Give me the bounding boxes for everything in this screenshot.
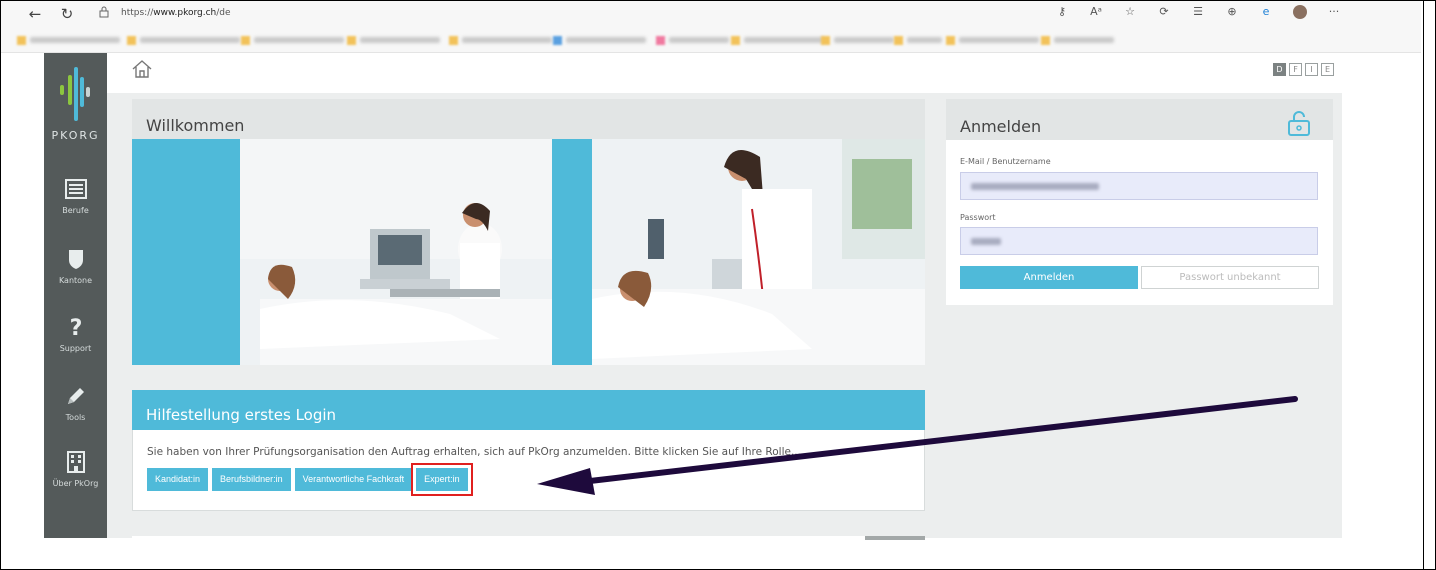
- bookmark-item[interactable]: [731, 35, 824, 45]
- bookmarks-bar: [1, 27, 1421, 53]
- bookmark-item[interactable]: [946, 35, 1039, 45]
- username-input[interactable]: [960, 172, 1318, 200]
- hero-accent-bar: [552, 139, 592, 365]
- question-icon: ?: [69, 316, 82, 338]
- url-host: www.pkorg.ch: [153, 8, 217, 18]
- edge-icon[interactable]: e: [1259, 5, 1273, 19]
- address-bar[interactable]: https://www.pkorg.ch/de: [121, 8, 231, 18]
- lock-icon: [99, 6, 109, 18]
- language-option[interactable]: F: [1289, 63, 1302, 76]
- building-icon: [66, 451, 85, 473]
- frame-divider: [1423, 0, 1424, 570]
- login-panel-body: E-Mail / Benutzername Passwort Anmelden …: [946, 140, 1333, 305]
- favorites-icon[interactable]: ☰: [1191, 5, 1205, 19]
- browser-extension-icons: ⚷ Aᵃ ☆ ⟳ ☰ ⊕ e ···: [1055, 5, 1341, 19]
- back-icon[interactable]: ←: [25, 4, 45, 24]
- login-button[interactable]: Anmelden: [960, 266, 1138, 289]
- bookmark-item[interactable]: [449, 35, 552, 45]
- password-label: Passwort: [960, 213, 996, 222]
- bookmark-item[interactable]: [894, 35, 942, 45]
- hero-accent-bar: [132, 139, 240, 365]
- masked-password-value: [971, 238, 1001, 245]
- url-path: /de: [216, 8, 231, 18]
- language-option[interactable]: E: [1321, 63, 1334, 76]
- shield-icon: [68, 250, 83, 269]
- berufsbildner-button[interactable]: Berufsbildner:in: [212, 468, 291, 491]
- masked-username-value: [971, 183, 1099, 190]
- help-panel-body: Sie haben von Ihrer Prüfungsorganisation…: [132, 430, 925, 511]
- login-panel-header: Anmelden: [946, 99, 1333, 140]
- login-title: Anmelden: [960, 117, 1042, 136]
- sidebar-item-label: Berufe: [62, 206, 89, 215]
- expert-button[interactable]: Expert:in: [411, 463, 473, 496]
- top-navigation: D F I E: [107, 53, 1342, 93]
- language-switcher: D F I E: [1273, 63, 1334, 76]
- welcome-title: Willkommen: [146, 116, 245, 135]
- username-label: E-Mail / Benutzername: [960, 157, 1051, 166]
- bookmark-item[interactable]: [347, 35, 440, 45]
- svg-text:?: ?: [69, 316, 82, 338]
- language-option[interactable]: D: [1273, 63, 1286, 76]
- key-icon[interactable]: ⚷: [1055, 5, 1069, 19]
- profile-avatar[interactable]: [1293, 5, 1307, 19]
- sidebar-item-ueber-pkorg[interactable]: Über PkOrg: [44, 451, 107, 488]
- bookmark-item[interactable]: [821, 35, 894, 45]
- bookmark-item[interactable]: [17, 35, 120, 45]
- hero-image: [132, 139, 925, 365]
- sidebar-item-label: Über PkOrg: [52, 479, 99, 488]
- next-panel-edge: [132, 536, 925, 540]
- help-title: Hilfestellung erstes Login: [146, 406, 337, 424]
- password-input[interactable]: [960, 227, 1318, 255]
- sidebar: PKORG Berufe Kantone ? Support Tools Übe…: [44, 53, 107, 538]
- sidebar-item-berufe[interactable]: Berufe: [44, 178, 107, 215]
- forgot-password-button[interactable]: Passwort unbekannt: [1141, 266, 1319, 289]
- bookmark-item[interactable]: [127, 35, 240, 45]
- role-buttons: Kandidat:in Berufsbildner:in Verantwortl…: [147, 463, 473, 496]
- favorite-star-icon[interactable]: ☆: [1123, 5, 1137, 19]
- bookmark-item[interactable]: [1041, 35, 1114, 45]
- next-panel-header-edge: [865, 536, 925, 540]
- home-icon[interactable]: [131, 59, 153, 79]
- help-panel-header: Hilfestellung erstes Login: [132, 390, 925, 430]
- verantwortliche-fachkraft-button[interactable]: Verantwortliche Fachkraft: [294, 468, 413, 491]
- language-option[interactable]: I: [1305, 63, 1318, 76]
- reload-icon[interactable]: ↻: [57, 4, 77, 24]
- bookmark-item[interactable]: [241, 35, 344, 45]
- pencil-icon: [67, 388, 84, 404]
- help-text: Sie haben von Ihrer Prüfungsorganisation…: [147, 446, 801, 458]
- bookmark-item[interactable]: [553, 35, 646, 45]
- more-icon[interactable]: ···: [1327, 5, 1341, 19]
- bookmark-item[interactable]: [656, 35, 729, 45]
- collections-icon[interactable]: ⊕: [1225, 5, 1239, 19]
- sidebar-item-label: Tools: [65, 413, 86, 422]
- unlock-icon: [1288, 111, 1310, 136]
- browser-toolbar: ← ↻ https://www.pkorg.ch/de ⚷ Aᵃ ☆ ⟳ ☰ ⊕…: [1, 1, 1421, 27]
- welcome-panel-header: Willkommen: [132, 99, 925, 139]
- sidebar-item-label: Kantone: [58, 276, 93, 285]
- read-aloud-icon[interactable]: Aᵃ: [1089, 5, 1103, 19]
- sidebar-item-tools[interactable]: Tools: [44, 385, 107, 422]
- sidebar-item-label: Support: [59, 344, 92, 353]
- pkorg-logo[interactable]: [44, 63, 107, 133]
- kandidat-button[interactable]: Kandidat:in: [147, 468, 209, 491]
- nurse-photo-right: [592, 139, 925, 365]
- list-icon: [64, 179, 87, 199]
- nurse-photo-left: [240, 139, 552, 365]
- url-prefix: https://: [121, 8, 154, 18]
- refresh-extension-icon[interactable]: ⟳: [1157, 5, 1171, 19]
- sidebar-item-kantone[interactable]: Kantone: [44, 248, 107, 285]
- sidebar-item-support[interactable]: ? Support: [44, 316, 107, 353]
- logo-text: PKORG: [51, 129, 100, 142]
